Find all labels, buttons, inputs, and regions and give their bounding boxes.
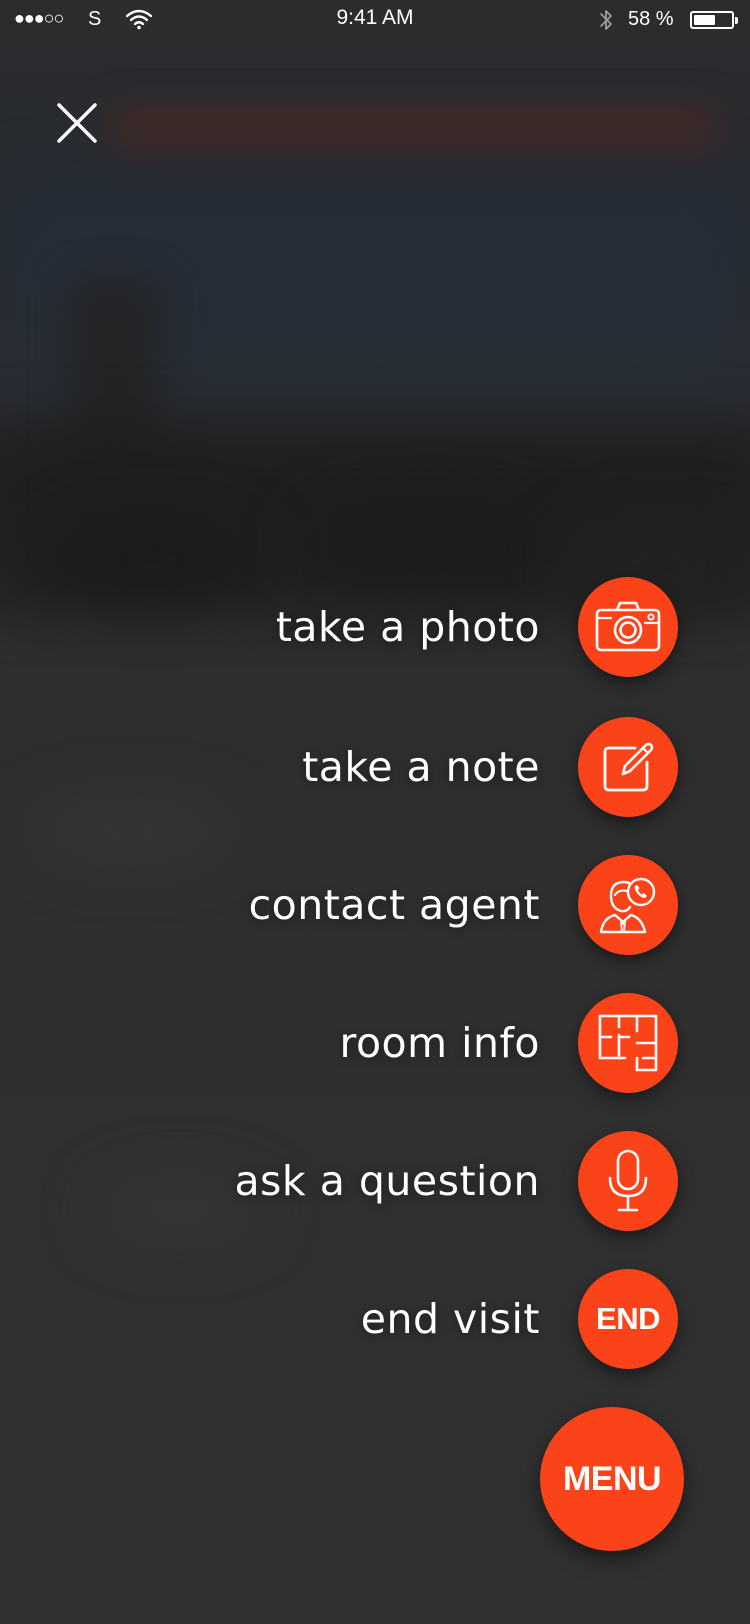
menu-item-ask-question[interactable]: ask a question [38, 1131, 678, 1231]
menu-item-label: contact agent [248, 881, 540, 929]
note-edit-icon [603, 742, 654, 792]
status-bar: ●●●○○ S 9:41 AM 58 % [0, 0, 750, 40]
room-info-button[interactable] [578, 993, 678, 1093]
menu-item-contact-agent[interactable]: contact agent [38, 855, 678, 955]
battery-icon [690, 11, 738, 29]
battery-percent: 58 % [628, 8, 674, 30]
agent-phone-icon [599, 877, 656, 934]
end-button-label: END [596, 1301, 660, 1336]
menu-button-label: MENU [562, 1459, 662, 1498]
menu-item-end-visit[interactable]: end visit END [38, 1269, 678, 1369]
camera-icon [595, 601, 661, 652]
ask-question-button[interactable] [578, 1131, 678, 1231]
contact-agent-button[interactable] [578, 855, 678, 955]
menu-item-label: take a note [302, 743, 540, 791]
microphone-icon [608, 1149, 648, 1212]
menu-item-label: take a photo [275, 603, 540, 651]
menu-item-label: ask a question [234, 1157, 540, 1205]
end-visit-button[interactable]: END [578, 1269, 678, 1369]
floor-plan-icon [598, 1014, 658, 1072]
take-photo-button[interactable] [578, 577, 678, 677]
take-note-button[interactable] [578, 717, 678, 817]
menu-item-room-info[interactable]: room info [38, 993, 678, 1093]
menu-item-take-note[interactable]: take a note [38, 717, 678, 817]
menu-item-label: end visit [360, 1295, 540, 1343]
menu-item-label: room info [339, 1019, 540, 1067]
menu-item-take-photo[interactable]: take a photo [38, 577, 678, 677]
bluetooth-icon [600, 10, 612, 30]
close-icon[interactable] [52, 98, 102, 148]
menu-button[interactable]: MENU [540, 1407, 684, 1551]
